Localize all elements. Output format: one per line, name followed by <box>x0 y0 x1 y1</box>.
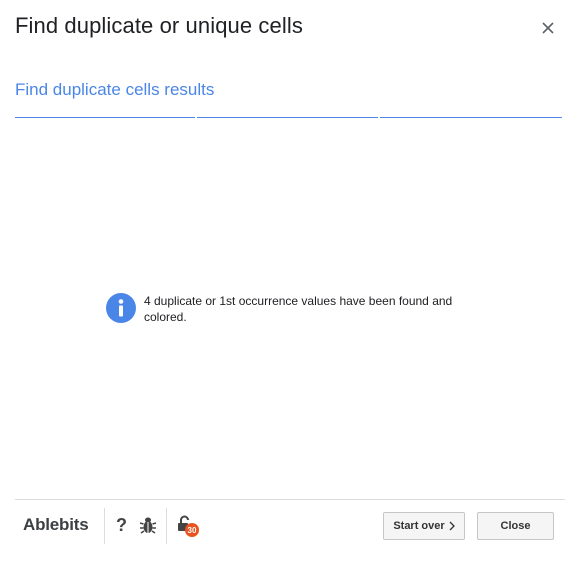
info-icon <box>106 293 136 323</box>
result-message-text: 4 duplicate or 1st occurrence values hav… <box>144 294 453 324</box>
question-icon[interactable]: ? <box>116 515 130 535</box>
dialog-title: Find duplicate or unique cells <box>15 13 303 38</box>
unlock-badge: 30 <box>185 523 199 537</box>
results-heading: Find duplicate cells results <box>15 80 215 99</box>
step-progress <box>15 117 562 119</box>
step-segment-3 <box>380 117 562 118</box>
step-segment-1 <box>15 117 195 118</box>
start-over-label: Start over <box>393 520 445 532</box>
step-segment-2 <box>197 117 378 118</box>
start-over-button[interactable]: Start over <box>383 512 465 540</box>
close-button[interactable]: Close <box>477 512 554 540</box>
help-label: ? <box>116 515 127 535</box>
footer-separator <box>166 508 167 544</box>
close-icon[interactable] <box>537 17 559 39</box>
result-message: 4 duplicate or 1st occurrence values hav… <box>106 293 466 329</box>
footer-divider <box>15 499 565 500</box>
brand-logo[interactable]: Ablebits <box>23 515 89 535</box>
close-label: Close <box>500 520 531 532</box>
bug-icon[interactable] <box>139 515 157 535</box>
footer-separator <box>104 508 105 544</box>
chevron-right-icon <box>449 521 455 531</box>
